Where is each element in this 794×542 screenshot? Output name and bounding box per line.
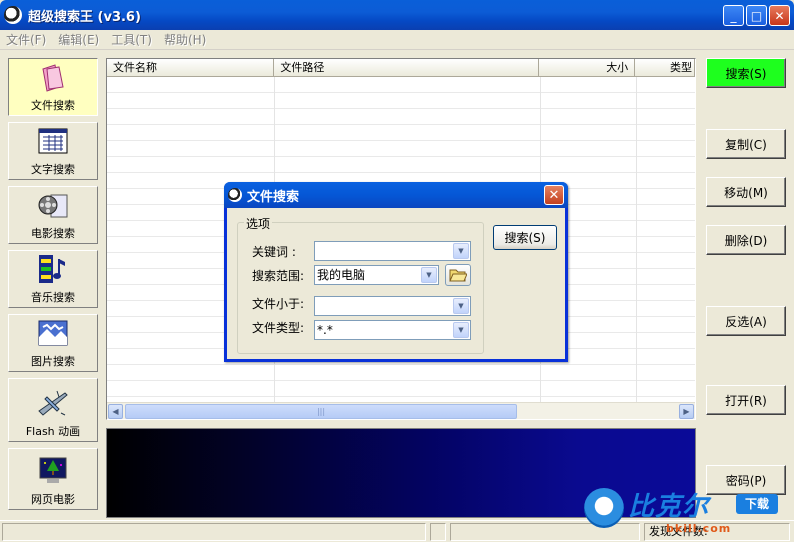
sidebar-item-text-search[interactable]: 文字搜索 (8, 122, 98, 180)
sidebar-item-picture-search[interactable]: 图片搜索 (8, 314, 98, 372)
scroll-right-icon[interactable]: ▶ (679, 404, 694, 419)
type-value: *.* (317, 323, 333, 337)
column-header-name[interactable]: 文件名称 (107, 59, 275, 77)
column-header-size[interactable]: 大小 (539, 59, 636, 77)
sidebar-item-label: 图片搜索 (31, 355, 75, 368)
open-folder-icon (449, 269, 467, 282)
folder-icon (37, 61, 69, 93)
invert-selection-button[interactable]: 反选(A) (706, 306, 786, 336)
minimize-button[interactable]: _ (723, 5, 744, 26)
dialog-title: 文件搜索 (247, 189, 300, 205)
type-select[interactable]: *.* ▼ (314, 320, 471, 340)
watermark-url: bkill.com (666, 522, 732, 535)
menu-tools[interactable]: 工具(T) (111, 31, 152, 48)
chevron-down-icon[interactable]: ▼ (453, 243, 469, 259)
close-button[interactable]: ✕ (769, 5, 790, 26)
scope-label: 搜索范围: (252, 269, 305, 283)
browse-folder-button[interactable] (445, 264, 471, 286)
scroll-thumb[interactable]: ||| (125, 404, 517, 419)
chevron-down-icon[interactable]: ▼ (453, 298, 469, 314)
title-bar: 超级搜索王 (v3.6) _ □ ✕ (0, 0, 794, 30)
app-icon (4, 6, 22, 24)
menu-help[interactable]: 帮助(H) (164, 31, 206, 48)
size-select[interactable]: ▼ (314, 296, 471, 316)
scope-select[interactable]: 我的电脑 ▼ (314, 265, 439, 285)
horizontal-scrollbar[interactable]: ◀ ||| ▶ (107, 402, 695, 419)
options-group: 选项 关键词 : ▼ 搜索范围: 我的电脑 ▼ 文件小于: ▼ 文件类型: *.… (237, 215, 484, 354)
scope-value: 我的电脑 (317, 268, 366, 282)
sidebar-item-label: 网页电影 (31, 493, 75, 506)
sidebar-item-label: 文字搜索 (31, 163, 75, 176)
menu-edit[interactable]: 编辑(E) (58, 31, 99, 48)
sidebar-item-label: Flash 动画 (25, 425, 81, 438)
picture-icon (37, 317, 69, 349)
monitor-tree-icon (37, 455, 69, 487)
sidebar-item-label: 音乐搜索 (31, 291, 75, 304)
sidebar-item-flash[interactable]: Flash 动画 (8, 378, 98, 442)
status-pane-small (430, 523, 446, 541)
column-divider (636, 77, 637, 403)
site-watermark: 比克尔 下载 bkill.com (578, 486, 788, 538)
size-label: 文件小于: (252, 297, 305, 311)
sidebar-item-web-movie[interactable]: 网页电影 (8, 448, 98, 510)
scroll-left-icon[interactable]: ◀ (108, 404, 123, 419)
column-header-type[interactable]: 类型 (635, 59, 695, 77)
sidebar-item-movie-search[interactable]: 电影搜索 (8, 186, 98, 244)
file-search-dialog: 文件搜索 ✕ 选项 关键词 : ▼ 搜索范围: 我的电脑 ▼ 文件小于: ▼ 文… (224, 182, 568, 362)
sidebar-item-label: 电影搜索 (31, 227, 75, 240)
menu-file[interactable]: 文件(F) (6, 31, 46, 48)
column-header-path[interactable]: 文件路径 (274, 59, 540, 77)
window-controls: _ □ ✕ (723, 5, 790, 26)
sidebar: 文件搜索 文字搜索 电影搜索 音乐搜索 图片搜索 Flash 动画 网页电影 (0, 52, 104, 518)
sidebar-item-music-search[interactable]: 音乐搜索 (8, 250, 98, 308)
options-group-label: 选项 (244, 215, 273, 232)
chevron-down-icon[interactable]: ▼ (421, 267, 437, 283)
status-pane-main (2, 523, 426, 541)
keyword-input[interactable]: ▼ (314, 241, 471, 261)
open-button[interactable]: 打开(R) (706, 385, 786, 415)
dialog-title-bar: 文件搜索 ✕ (224, 182, 568, 208)
move-button[interactable]: 移动(M) (706, 177, 786, 207)
list-header: 文件名称 文件路径 大小 类型 (107, 59, 695, 77)
music-note-icon (37, 253, 69, 285)
keyword-label: 关键词 : (252, 245, 296, 259)
maximize-button[interactable]: □ (746, 5, 767, 26)
watermark-logo (584, 488, 624, 528)
chevron-down-icon[interactable]: ▼ (453, 322, 469, 338)
flash-plane-icon (37, 387, 69, 419)
dialog-app-icon (228, 188, 242, 202)
copy-button[interactable]: 复制(C) (706, 129, 786, 159)
dialog-search-button[interactable]: 搜索(S) (493, 225, 557, 250)
dialog-close-button[interactable]: ✕ (544, 185, 564, 205)
film-reel-icon (37, 189, 69, 221)
text-grid-icon (37, 125, 69, 157)
sidebar-item-label: 文件搜索 (31, 99, 75, 112)
watermark-download-badge: 下载 (736, 494, 778, 514)
delete-button[interactable]: 删除(D) (706, 225, 786, 255)
type-label: 文件类型: (252, 321, 305, 335)
menu-bar: 文件(F) 编辑(E) 工具(T) 帮助(H) (0, 30, 794, 50)
search-button[interactable]: 搜索(S) (706, 58, 786, 88)
window-title: 超级搜索王 (v3.6) (28, 9, 141, 25)
sidebar-item-file-search[interactable]: 文件搜索 (8, 58, 98, 116)
watermark-title: 比克尔 (628, 492, 710, 522)
